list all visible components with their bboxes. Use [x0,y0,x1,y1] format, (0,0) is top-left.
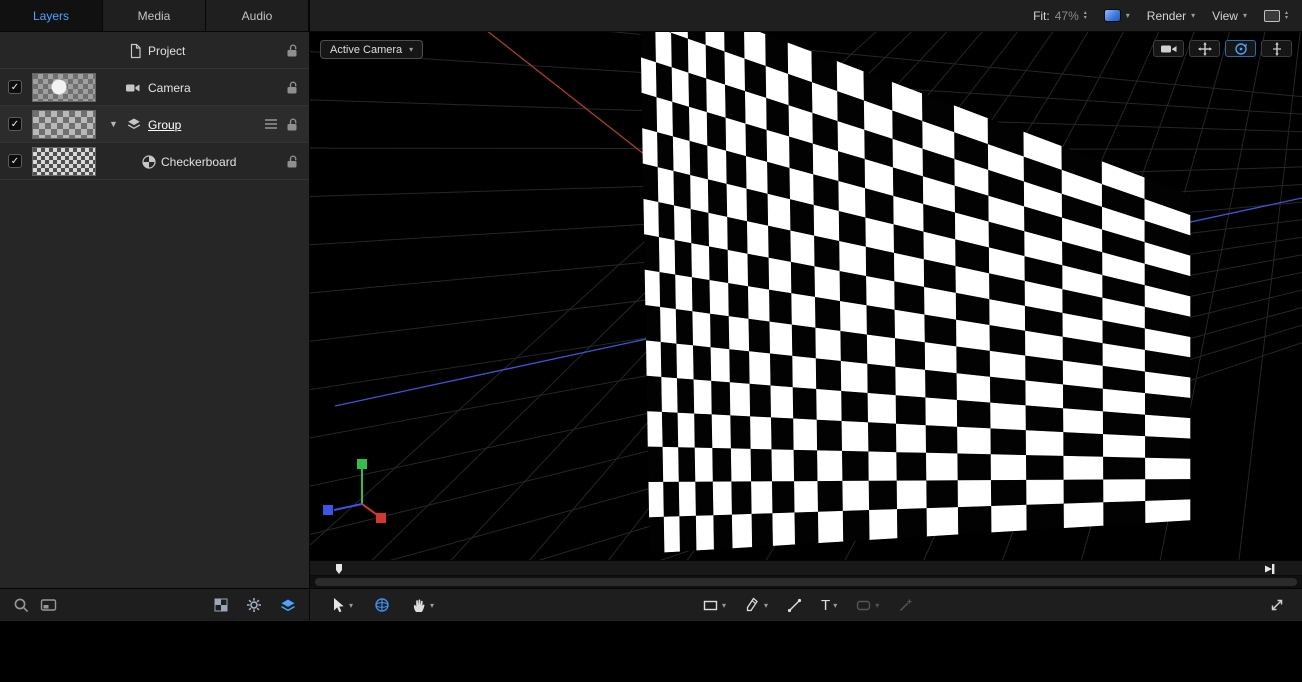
camera-icon [1159,43,1179,55]
pane-icon [1264,10,1280,22]
layers-panel-footer [0,589,310,621]
adjust-item-tool-disabled[interactable] [897,597,914,614]
select-tool[interactable]: ▾ [330,597,353,614]
visibility-checkbox[interactable]: ✓ [8,117,22,131]
line-tool[interactable] [786,597,803,614]
layer-thumbnail[interactable] [32,110,96,139]
pan-icon [1198,42,1212,56]
playhead-marker-icon[interactable] [334,563,346,575]
top-bar: Layers Media Audio Fit: 47% ▴▾ ▾ Render … [0,0,1302,32]
layer-thumbnail[interactable] [32,73,96,102]
dolly-icon [1271,42,1283,56]
canvas-viewport[interactable]: Active Camera ▾ [310,32,1302,560]
blend-mode-icon[interactable] [264,118,279,130]
pen-icon [744,597,761,614]
lock-icon[interactable] [284,43,300,58]
group-layers-icon [126,117,142,131]
bezier-tool[interactable]: ▾ [744,597,768,614]
camera-icon-button[interactable] [1153,40,1184,57]
fit-zoom-control[interactable]: Fit: 47% ▴▾ [1033,9,1087,23]
checkerboard-generator-icon [141,154,157,170]
color-channel-icon [1104,9,1121,22]
panel-tabs: Layers Media Audio [0,0,310,31]
panel-footer-toggles [214,597,296,613]
dolly-tool-button[interactable] [1261,40,1292,57]
timeline-scrollbar[interactable] [310,576,1302,588]
mask-tool-disabled[interactable]: ▾ [855,597,879,614]
pan-tool-button[interactable] [1189,40,1220,57]
bottom-toolbar: ▾ ▾ ▾ [0,588,1302,621]
camera-tools [1153,40,1292,57]
layer-name: Project [148,44,185,58]
mask-rect-icon [855,597,872,614]
pan-hand-tool[interactable]: ▾ [411,597,434,614]
transform-3d-tool[interactable] [373,596,391,614]
shape-tool[interactable]: ▾ [702,597,726,614]
layer-name: Checkerboard [161,155,236,169]
zoom-value: 47% [1055,9,1079,23]
disclosure-triangle-icon[interactable]: ▼ [109,119,118,129]
motion-app-window: Layers Media Audio Fit: 47% ▴▾ ▾ Render … [0,0,1302,682]
tab-audio[interactable]: Audio [206,0,309,31]
video-camera-icon [125,80,141,96]
lock-icon[interactable] [284,80,300,95]
layers-view-icon[interactable] [280,598,296,613]
layer-row-checkerboard[interactable]: ✓ Checkerboard [0,143,309,180]
fit-label: Fit: [1033,9,1050,23]
end-marker-icon[interactable] [1264,563,1276,575]
layer-name: Group [148,118,181,132]
search-icon[interactable] [13,597,30,614]
layer-thumbnail[interactable] [32,147,96,176]
visibility-checkbox[interactable]: ✓ [8,80,22,94]
lock-icon[interactable] [284,154,300,169]
camera-select-menu[interactable]: Active Camera ▾ [320,40,423,59]
orbit-icon [1234,42,1248,56]
viewport-scene[interactable] [310,32,1302,560]
text-tool[interactable]: T ▾ [821,597,837,614]
arrow-cursor-icon [330,597,346,614]
text-tool-glyph: T [821,597,830,614]
line-tool-icon [786,597,803,614]
transform-3d-icon [373,596,391,614]
filmstrip-view-icon[interactable] [40,597,58,613]
layer-name: Camera [148,81,191,95]
hand-icon [411,597,427,614]
layout-stepper[interactable]: ▴▾ [1285,11,1288,21]
window-layout-control[interactable]: ▴▾ [1264,10,1288,22]
visibility-checkbox[interactable]: ✓ [8,154,22,168]
expand-viewport-icon[interactable] [1268,596,1286,614]
layers-panel: Project ✓ Camera ✓ ▼ [0,32,310,588]
layer-row-camera[interactable]: ✓ Camera [0,69,309,106]
mini-timeline[interactable] [310,560,1302,588]
transform-tools: ▾ ▾ [330,589,434,621]
tab-media[interactable]: Media [103,0,206,31]
layer-row-group[interactable]: ✓ ▼ Group [0,106,309,143]
wand-icon [897,597,914,614]
tab-layers[interactable]: Layers [0,0,103,31]
render-menu[interactable]: Render ▾ [1147,9,1195,23]
timeline-ruler[interactable] [310,561,1302,576]
timeline-scroll-handle[interactable] [315,578,1297,586]
creation-tools: ▾ ▾ T ▾ [702,589,914,621]
document-icon [127,43,143,59]
show-generators-checker-icon[interactable] [214,598,228,612]
orbit-tool-button[interactable] [1225,40,1256,57]
view-menu[interactable]: View ▾ [1212,9,1247,23]
gear-icon[interactable] [246,597,262,613]
rectangle-tool-icon [702,597,719,614]
viewport-controls-bar: Fit: 47% ▴▾ ▾ Render ▾ View ▾ ▴ [1033,0,1302,31]
layer-row-project[interactable]: Project [0,32,309,69]
zoom-stepper[interactable]: ▴▾ [1084,11,1087,21]
lock-icon[interactable] [284,117,300,132]
channels-menu[interactable]: ▾ [1104,9,1130,22]
